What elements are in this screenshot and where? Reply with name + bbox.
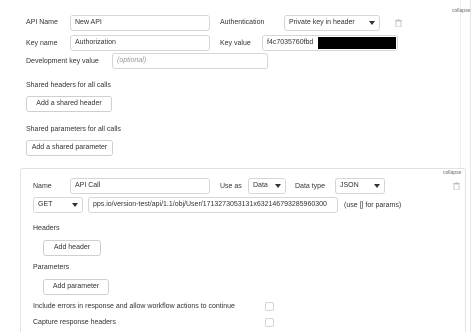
url-params-hint: (use [] for params) [344, 202, 402, 209]
shared-params-title: Shared parameters for all calls [26, 126, 121, 133]
call-name-input[interactable]: API Call [70, 178, 210, 194]
data-type-select-value: JSON [340, 182, 359, 189]
add-parameter-button[interactable]: Add parameter [43, 279, 109, 295]
use-as-select[interactable]: Data [248, 178, 286, 194]
dev-key-label: Development key value [26, 58, 99, 65]
http-method-value: GET [38, 201, 53, 208]
url-input[interactable]: pps.io/version-test/api/1.1/obj/User/171… [88, 197, 338, 213]
include-errors-label: Include errors in response and allow wor… [33, 303, 235, 310]
call-trash-icon[interactable] [453, 182, 460, 191]
authentication-select[interactable]: Private key in header [284, 15, 380, 31]
key-value-text: f4c7035760fbd [267, 39, 314, 46]
key-value-label: Key value [220, 40, 251, 47]
dev-key-input[interactable]: (optional) [112, 53, 268, 69]
key-name-label: Key name [26, 40, 58, 47]
shared-headers-title: Shared headers for all calls [26, 82, 111, 89]
trash-icon[interactable] [395, 19, 402, 28]
data-type-select[interactable]: JSON [335, 178, 385, 194]
api-name-label: API Name [26, 19, 58, 26]
include-errors-checkbox[interactable] [265, 302, 274, 311]
add-shared-header-button[interactable]: Add a shared header [26, 96, 112, 112]
right-divider [470, 0, 471, 332]
add-shared-parameter-button[interactable]: Add a shared parameter [26, 140, 113, 156]
chevron-down-icon [374, 184, 380, 188]
call-headers-title: Headers [33, 225, 60, 232]
http-method-select[interactable]: GET [33, 197, 83, 213]
chevron-down-icon [275, 184, 281, 188]
call-collapse-link[interactable]: collapse [443, 170, 461, 176]
use-as-select-value: Data [253, 182, 268, 189]
data-type-label: Data type [295, 183, 325, 190]
key-name-input[interactable]: Authorization [70, 35, 210, 51]
chevron-down-icon [369, 21, 375, 25]
add-header-button[interactable]: Add header [43, 240, 101, 256]
authentication-label: Authentication [220, 19, 265, 26]
use-as-label: Use as [220, 183, 242, 190]
key-value-redaction [318, 37, 396, 49]
authentication-select-value: Private key in header [289, 19, 355, 26]
capture-headers-label: Capture response headers [33, 319, 116, 326]
call-name-label: Name [33, 183, 52, 190]
call-parameters-title: Parameters [33, 264, 70, 271]
capture-headers-checkbox[interactable] [265, 318, 274, 327]
api-name-input[interactable]: New API [70, 15, 210, 31]
top-collapse-link[interactable]: collapse [452, 8, 470, 14]
chevron-down-icon [72, 203, 78, 207]
